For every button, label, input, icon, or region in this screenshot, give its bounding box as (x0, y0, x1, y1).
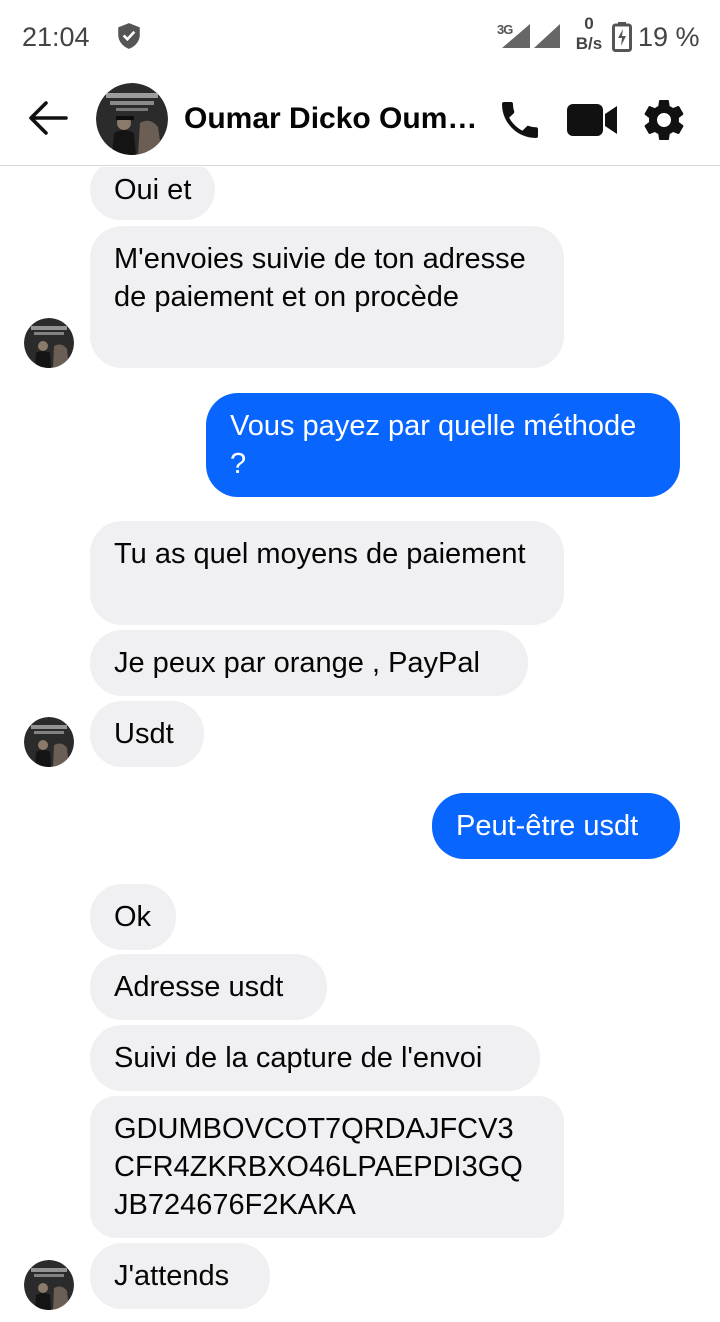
message-bubble-incoming[interactable]: J'attends (90, 1243, 270, 1309)
message-bubble-incoming[interactable]: Usdt (90, 701, 204, 767)
message-bubble-incoming[interactable]: GDUMBOVCOT7QRDAJFCV3 CFR4ZKRBXO46LPAEPDI… (90, 1096, 564, 1238)
back-arrow-icon[interactable] (26, 98, 70, 138)
message-bubble-incoming[interactable]: Ok (90, 884, 176, 950)
message-bubble-incoming[interactable]: Suivi de la capture de l'envoi (90, 1025, 540, 1091)
data-rate-value: 0 (584, 14, 594, 33)
message-bubble-incoming[interactable]: M'envoies suivie de ton adresse de paiem… (90, 226, 564, 368)
message-bubble-incoming[interactable]: Adresse usdt (90, 954, 327, 1020)
status-time: 21:04 (22, 22, 90, 52)
message-list[interactable]: Oui et M'envoies suivie de ton adresse d… (0, 167, 720, 1322)
message-bubble-incoming[interactable]: Tu as quel moyens de paiement (90, 521, 564, 625)
message-bubble-outgoing[interactable]: Vous payez par quelle méthode ? (206, 393, 680, 497)
message-bubble-outgoing[interactable]: Peut-être usdt (432, 793, 680, 859)
signal-icon (502, 24, 530, 48)
phone-icon[interactable] (496, 96, 544, 144)
contact-name[interactable]: Oumar Dicko Oumar Dicko (184, 102, 484, 136)
message-bubble-incoming[interactable]: Oui et (90, 167, 216, 220)
video-camera-icon[interactable] (566, 100, 618, 140)
battery-percent: 19 % (638, 22, 700, 52)
battery-icon (612, 22, 632, 52)
contact-avatar[interactable] (96, 83, 168, 155)
status-bar: 21:04 3G 0 B/s 19 % (0, 0, 720, 72)
shield-icon (118, 23, 140, 49)
gear-icon[interactable] (640, 96, 688, 144)
signal-icon-2 (534, 24, 560, 48)
sender-avatar[interactable] (24, 1260, 74, 1310)
message-bubble-incoming[interactable]: Je peux par orange , PayPal (90, 630, 528, 696)
sender-avatar[interactable] (24, 717, 74, 767)
sender-avatar[interactable] (24, 318, 74, 368)
data-rate: 0 B/s (572, 14, 606, 54)
data-rate-unit: B/s (575, 34, 603, 53)
conversation-header: Oumar Dicko Oumar Dicko (0, 72, 720, 166)
